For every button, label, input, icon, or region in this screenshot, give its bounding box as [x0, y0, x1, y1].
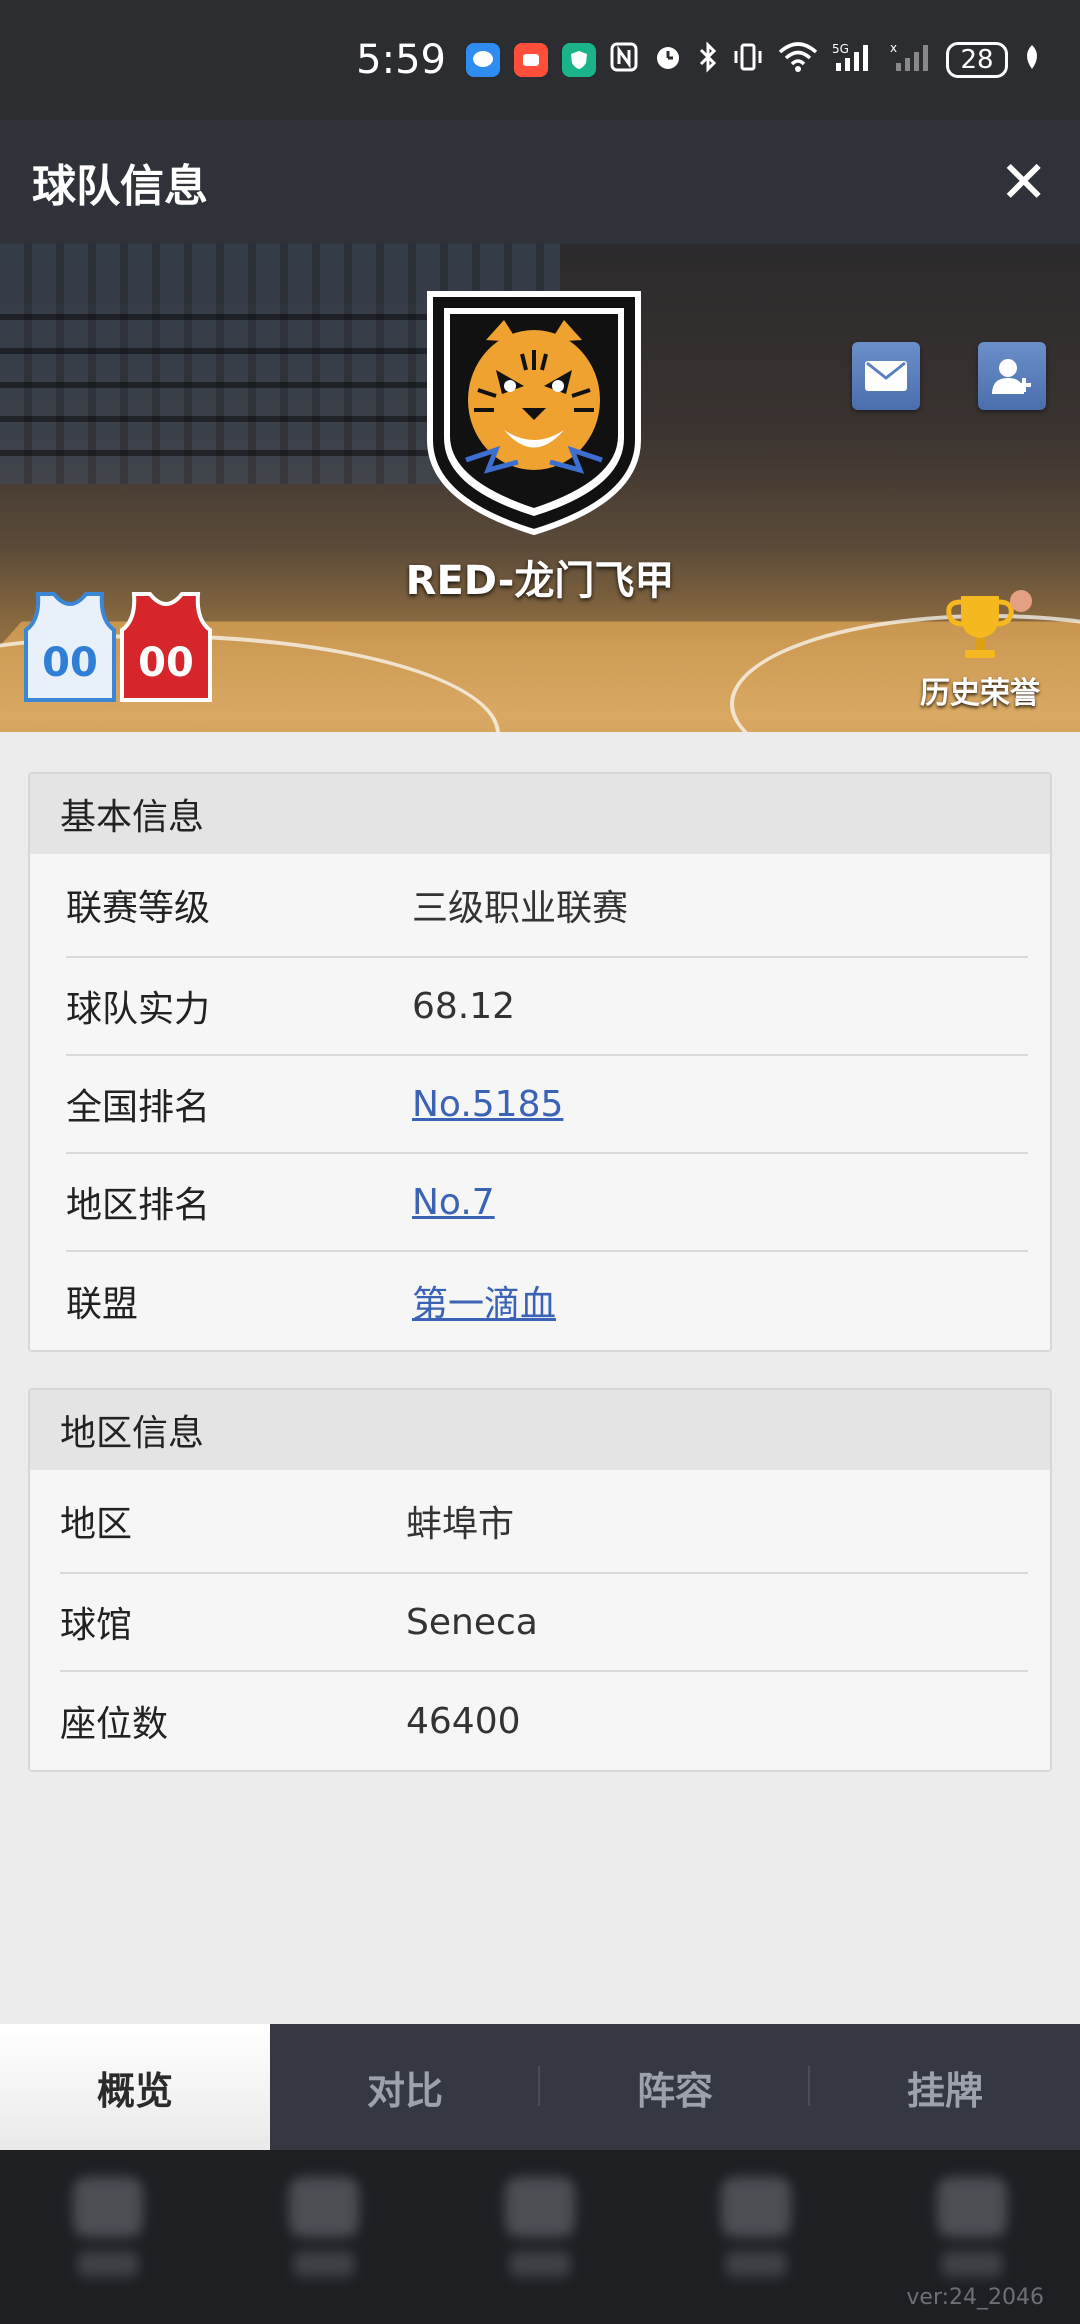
team-logo-tiger-icon — [427, 291, 641, 536]
alarm-icon — [652, 41, 684, 79]
bottom-nav-item — [495, 2177, 585, 2297]
tab-label: 对比 — [366, 2068, 443, 2113]
signal-icon: x — [890, 41, 932, 79]
message-app-icon — [466, 43, 500, 77]
away-jersey-number: 00 — [138, 640, 194, 686]
row-value: 46400 — [406, 1700, 521, 1742]
row-label: 联盟 — [66, 1284, 139, 1325]
status-bar: 5:59 5G x 28 — [0, 0, 1080, 120]
tab-compare[interactable]: 对比 — [270, 2024, 540, 2150]
national-rank-link[interactable]: No.5185 — [412, 1084, 563, 1125]
taobao-app-icon — [514, 43, 548, 77]
away-jersey-icon: 00 — [120, 592, 212, 702]
region-info-heading: 地区信息 — [30, 1390, 1050, 1470]
info-row-national-rank: 全国排名 No.5185 — [66, 1056, 1028, 1154]
info-row-alliance: 联盟 第一滴血 — [66, 1252, 1028, 1350]
close-icon[interactable]: ✕ — [999, 153, 1048, 211]
mail-button[interactable] — [852, 342, 920, 410]
bottom-nav-item — [711, 2177, 801, 2297]
row-label: 联赛等级 — [66, 888, 211, 929]
page-title: 球队信息 — [32, 161, 208, 212]
basic-info-card: 基本信息 联赛等级 三级职业联赛 球队实力 68.12 全国排名 No.5185… — [28, 772, 1052, 1352]
tab-roster[interactable]: 阵容 — [540, 2024, 810, 2150]
history-honors-label: 历史荣誉 — [920, 676, 1040, 711]
home-jersey-icon: 00 — [24, 592, 116, 702]
bluetooth-icon — [698, 41, 718, 79]
add-friend-button[interactable] — [978, 342, 1046, 410]
row-value: 68.12 — [412, 985, 516, 1027]
vibrate-icon — [732, 41, 764, 79]
info-row-regional-rank: 地区排名 No.7 — [66, 1154, 1028, 1252]
tab-listing[interactable]: 挂牌 — [810, 2024, 1080, 2150]
home-jersey-number: 00 — [42, 640, 98, 686]
row-label: 座位数 — [60, 1704, 169, 1745]
tab-bar: 概览 对比 阵容 挂牌 — [0, 2024, 1080, 2150]
leaf-icon — [1022, 43, 1042, 77]
mail-icon — [865, 361, 907, 391]
info-row-arena: 球馆 Seneca — [60, 1574, 1028, 1672]
tab-overview[interactable]: 概览 — [0, 2024, 270, 2150]
svg-text:5G: 5G — [832, 42, 849, 56]
svg-text:x: x — [890, 41, 897, 55]
region-info-card: 地区信息 地区 蚌埠市 球馆 Seneca 座位数 46400 — [28, 1388, 1052, 1772]
row-label: 全国排名 — [66, 1087, 211, 1128]
version-label: ver:24_2046 — [906, 2285, 1044, 2310]
basic-info-heading: 基本信息 — [30, 774, 1050, 854]
bottom-nav-item — [279, 2177, 369, 2297]
tab-label: 阵容 — [636, 2068, 713, 2113]
row-label: 地区排名 — [66, 1185, 211, 1226]
row-value: Seneca — [406, 1601, 538, 1643]
battery-icon: 28 — [946, 42, 1008, 78]
bottom-nav-item — [63, 2177, 153, 2297]
shield-app-icon — [562, 43, 596, 77]
row-label: 球馆 — [60, 1605, 133, 1646]
info-row-seats: 座位数 46400 — [60, 1672, 1028, 1770]
page-header: 球队信息 ✕ — [0, 120, 1080, 244]
info-row-league-level: 联赛等级 三级职业联赛 — [66, 854, 1028, 958]
status-time: 5:59 — [356, 37, 446, 83]
bottom-navigation-blurred: ver:24_2046 — [0, 2150, 1080, 2324]
row-label: 球队实力 — [66, 989, 211, 1030]
nfc-icon — [610, 42, 638, 78]
notification-dot — [1010, 590, 1032, 612]
wifi-icon — [778, 42, 818, 78]
row-value: 蚌埠市 — [406, 1504, 515, 1545]
regional-rank-link[interactable]: No.7 — [412, 1182, 495, 1223]
bottom-nav-item — [927, 2177, 1017, 2297]
history-honors-button[interactable]: 历史荣誉 — [900, 590, 1060, 712]
alliance-link[interactable]: 第一滴血 — [412, 1275, 556, 1327]
info-row-region: 地区 蚌埠市 — [60, 1470, 1028, 1574]
signal-5g-icon: 5G — [832, 41, 876, 79]
row-value: 三级职业联赛 — [412, 888, 629, 929]
info-row-team-strength: 球队实力 68.12 — [66, 958, 1028, 1056]
trophy-icon — [946, 596, 1014, 658]
add-user-icon — [992, 359, 1031, 394]
row-label: 地区 — [60, 1504, 133, 1545]
